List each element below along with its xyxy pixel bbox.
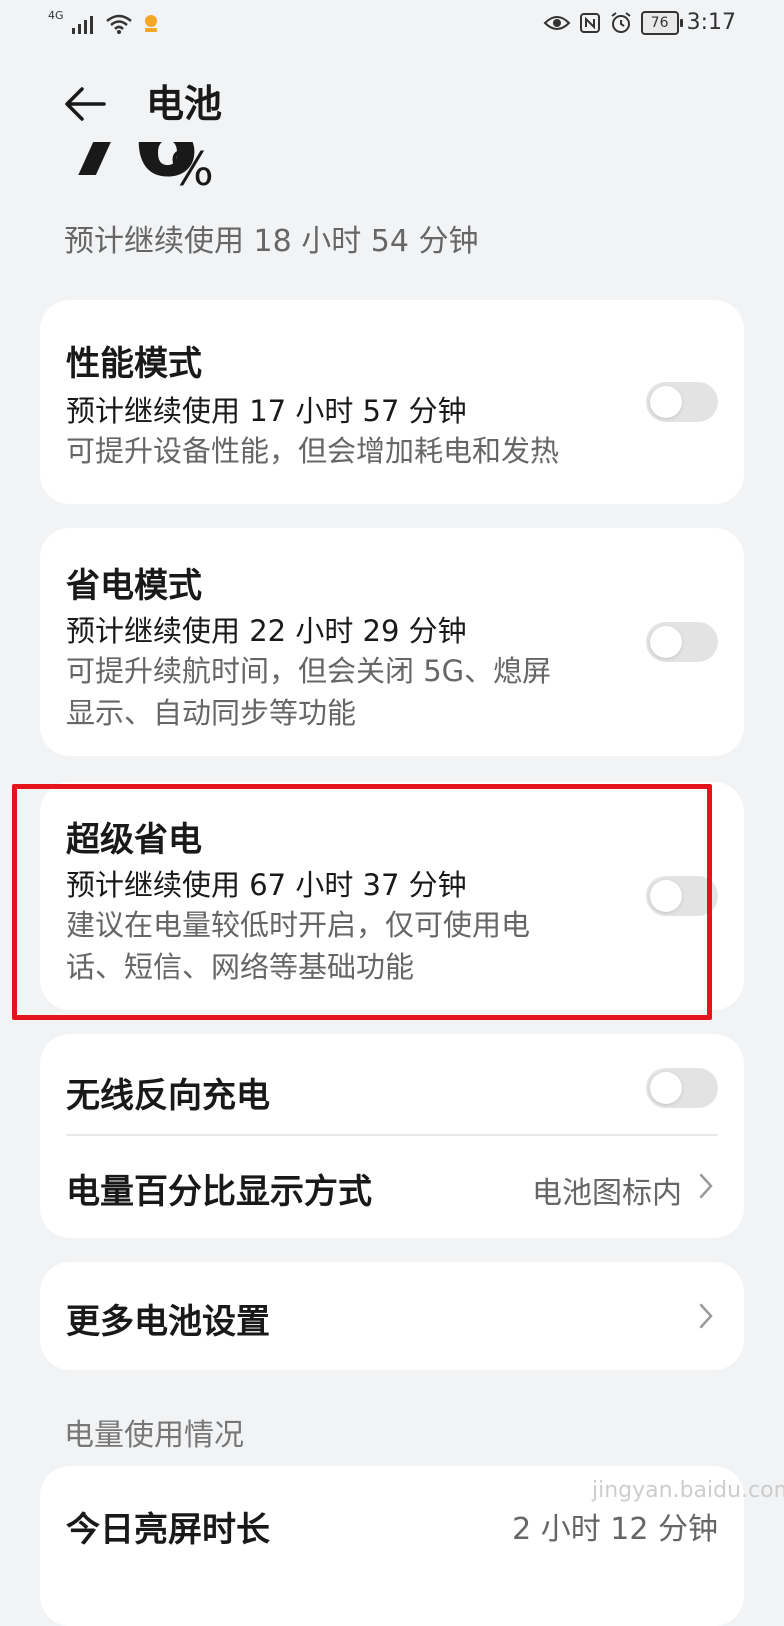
performance-mode-toggle[interactable] <box>646 382 718 422</box>
status-bar: 4G 76 3:17 <box>0 0 784 48</box>
signal-icon <box>71 16 93 34</box>
wifi-icon <box>105 14 132 34</box>
alarm-icon <box>610 11 631 33</box>
power-saving-mode-toggle[interactable] <box>646 622 718 662</box>
status-right: 76 3:17 <box>543 10 736 35</box>
battery-percent: 76 % <box>60 142 460 198</box>
wireless-reverse-charging-toggle[interactable] <box>646 1068 718 1108</box>
performance-mode-title: 性能模式 <box>66 344 202 384</box>
nfc-icon <box>579 12 600 33</box>
performance-mode-card[interactable]: 性能模式 预计继续使用 17 小时 57 分钟 可提升设备性能，但会增加耗电和发… <box>40 300 744 504</box>
screen-on-time-value: 2 小时 12 分钟 <box>512 1512 718 1547</box>
power-saving-mode-title: 省电模式 <box>66 566 202 606</box>
power-saving-mode-desc: 可提升续航时间，但会关闭 5G、熄屏 显示、自动同步等功能 <box>66 650 606 734</box>
network-type: 4G <box>48 9 64 22</box>
power-saving-mode-desc-line: 可提升续航时间，但会关闭 5G、熄屏 <box>66 654 552 688</box>
percent-display-label: 电量百分比显示方式 <box>66 1172 372 1212</box>
back-button[interactable] <box>60 80 112 128</box>
page-title: 电池 <box>146 82 223 126</box>
eye-icon <box>543 15 571 30</box>
status-time: 3:17 <box>686 10 736 35</box>
battery-icon: 76 <box>640 10 683 35</box>
performance-mode-estimate: 预计继续使用 17 小时 57 分钟 <box>66 394 467 428</box>
screen-on-time-label: 今日亮屏时长 <box>66 1510 270 1550</box>
chevron-right-icon <box>699 1173 713 1199</box>
highlight-box <box>12 784 712 1020</box>
usage-section-label: 电量使用情况 <box>64 1418 244 1453</box>
status-left: 4G <box>48 9 162 34</box>
charging-settings-card: 无线反向充电 电量百分比显示方式 电池图标内 <box>40 1034 744 1238</box>
power-saving-mode-card[interactable]: 省电模式 预计继续使用 22 小时 29 分钟 可提升续航时间，但会关闭 5G、… <box>40 528 744 756</box>
more-battery-settings-row[interactable]: 更多电池设置 <box>40 1262 744 1370</box>
battery-percent-sign: % <box>170 142 214 196</box>
more-battery-settings-label: 更多电池设置 <box>66 1302 270 1342</box>
performance-mode-desc: 可提升设备性能，但会增加耗电和发热 <box>66 430 606 472</box>
percent-display-row[interactable]: 电量百分比显示方式 电池图标内 <box>40 1136 744 1238</box>
percent-display-value: 电池图标内 <box>532 1176 682 1211</box>
wireless-reverse-charging-label: 无线反向充电 <box>66 1076 270 1116</box>
back-arrow-icon <box>65 87 106 121</box>
power-saving-mode-estimate: 预计继续使用 22 小时 29 分钟 <box>66 614 467 648</box>
performance-mode-desc-line: 可提升设备性能，但会增加耗电和发热 <box>66 434 560 468</box>
app-notification-icon <box>144 15 157 32</box>
power-saving-mode-desc-line: 显示、自动同步等功能 <box>66 696 357 730</box>
chevron-right-icon <box>699 1303 713 1329</box>
battery-estimate: 预计继续使用 18 小时 54 分钟 <box>64 224 479 259</box>
watermark: jingyan.baidu.com <box>592 1478 784 1503</box>
